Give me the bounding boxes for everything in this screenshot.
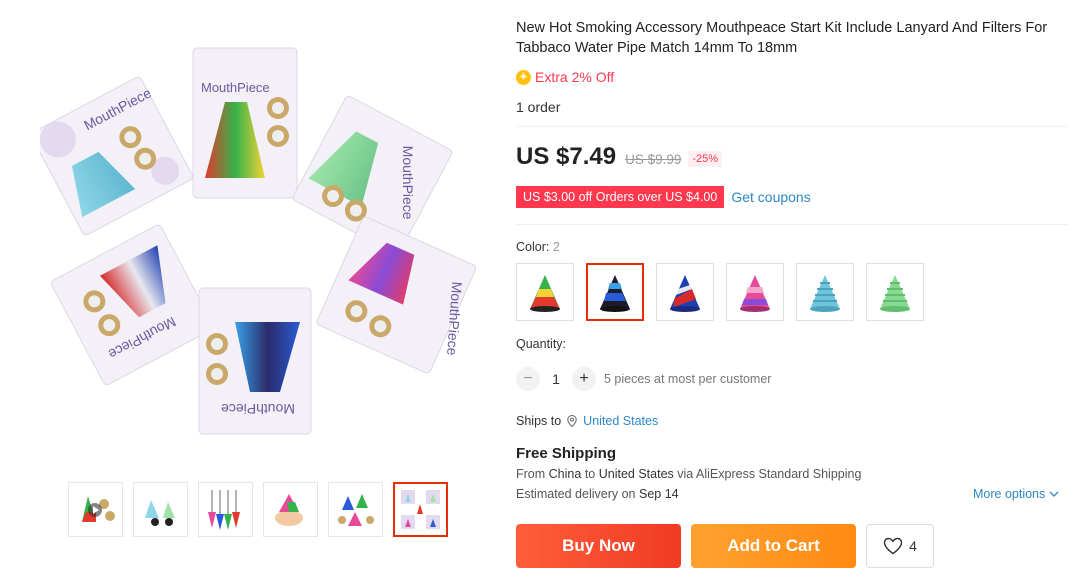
thumbnail-4[interactable] xyxy=(263,482,318,537)
heart-icon xyxy=(883,537,903,555)
ship-to-country: United States xyxy=(598,467,674,481)
thumbnail-strip xyxy=(68,482,448,537)
wishlist-button[interactable]: 4 xyxy=(866,524,934,568)
shipping-route: From China to United States via AliExpre… xyxy=(516,467,861,481)
est-date: Sep 14 xyxy=(639,487,679,501)
divider xyxy=(516,126,1068,127)
add-to-cart-button[interactable]: Add to Cart xyxy=(691,524,856,568)
ships-to: Ships to United States xyxy=(516,414,658,428)
buy-now-button[interactable]: Buy Now xyxy=(516,524,681,568)
location-pin-icon xyxy=(567,415,577,427)
color-value: 2 xyxy=(552,240,560,254)
more-options-label: More options xyxy=(973,487,1046,501)
discount-badge: -25% xyxy=(688,151,723,167)
svg-text:MouthPiece: MouthPiece xyxy=(221,401,295,417)
current-price: US $7.49 xyxy=(516,143,617,170)
estimated-delivery: Estimated delivery on Sep 14 xyxy=(516,487,679,501)
quantity-input[interactable]: 1 xyxy=(540,371,572,387)
wishlist-count: 4 xyxy=(909,538,917,554)
color-swatch-6[interactable] xyxy=(866,263,924,321)
extra-discount-label: Extra 2% Off xyxy=(535,69,615,85)
thumbnail-3[interactable] xyxy=(198,482,253,537)
coin-icon: ✦ xyxy=(516,69,531,85)
product-title: New Hot Smoking Accessory Mouthpeace Sta… xyxy=(516,20,1048,56)
ship-from-prefix: From xyxy=(516,467,546,481)
thumbnail-2[interactable] xyxy=(133,482,188,537)
thumbnail-6[interactable] xyxy=(393,482,448,537)
color-label-text: Color: xyxy=(516,240,553,254)
quantity-label: Quantity: xyxy=(516,337,567,351)
ship-to-word: to xyxy=(584,467,596,481)
chevron-down-icon xyxy=(1049,491,1059,497)
extra-discount: ✦ Extra 2% Off xyxy=(516,69,614,85)
quantity-limit-note: 5 pieces at most per customer xyxy=(604,372,772,386)
ships-to-label: Ships to xyxy=(516,414,562,428)
ship-from-country: China xyxy=(548,467,582,481)
color-swatch-5[interactable] xyxy=(796,263,854,321)
orders-count: 1 order xyxy=(516,99,561,115)
thumbnail-1[interactable] xyxy=(68,482,123,537)
shipping-method: via AliExpress Standard Shipping xyxy=(677,467,862,481)
product-gallery: MouthPiece MouthPiece MouthPiece MouthPi… xyxy=(0,0,500,578)
coupon-row: US $3.00 off Orders over US $4.00 Get co… xyxy=(516,186,811,208)
thumbnail-5[interactable] xyxy=(328,482,383,537)
main-product-image[interactable]: MouthPiece MouthPiece MouthPiece MouthPi… xyxy=(40,36,480,446)
ships-to-country[interactable]: United States xyxy=(583,414,658,428)
svg-text:MouthPiece: MouthPiece xyxy=(201,80,270,95)
coupon-tag: US $3.00 off Orders over US $4.00 xyxy=(516,186,725,208)
color-swatch-3[interactable] xyxy=(656,263,714,321)
minus-icon[interactable]: − xyxy=(516,367,540,391)
plus-icon[interactable]: + xyxy=(572,367,596,391)
quantity-stepper: − 1 + 5 pieces at most per customer xyxy=(516,367,771,391)
price-row: US $7.49 US $9.99 -25% xyxy=(516,143,723,171)
color-label: Color: 2 xyxy=(516,240,560,254)
svg-text:MouthPiece: MouthPiece xyxy=(400,146,416,220)
free-shipping: Free Shipping xyxy=(516,445,617,462)
color-swatch-1[interactable] xyxy=(516,263,574,321)
divider xyxy=(516,224,1068,225)
color-swatch-4[interactable] xyxy=(726,263,784,321)
color-swatches xyxy=(516,263,924,321)
more-options-link[interactable]: More options xyxy=(973,487,1059,501)
get-coupons-link[interactable]: Get coupons xyxy=(731,189,810,205)
color-swatch-2[interactable] xyxy=(586,263,644,321)
est-prefix: Estimated delivery on xyxy=(516,487,636,501)
original-price: US $9.99 xyxy=(625,152,682,167)
action-buttons: Buy Now Add to Cart 4 xyxy=(516,524,934,568)
